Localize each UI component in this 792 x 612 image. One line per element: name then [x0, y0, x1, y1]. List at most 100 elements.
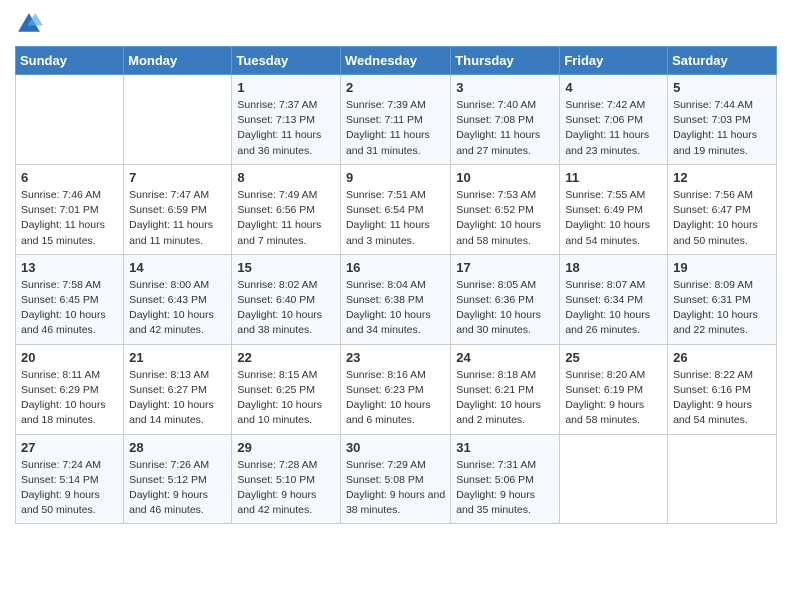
calendar-cell: 31 Sunrise: 7:31 AM Sunset: 5:06 PM Dayli… — [451, 434, 560, 524]
calendar-cell: 19 Sunrise: 8:09 AM Sunset: 6:31 PM Dayli… — [668, 254, 777, 344]
calendar-cell: 26 Sunrise: 8:22 AM Sunset: 6:16 PM Dayli… — [668, 344, 777, 434]
calendar-cell: 5 Sunrise: 7:44 AM Sunset: 7:03 PM Daylig… — [668, 75, 777, 165]
calendar-cell: 11Sunrise: 7:55 AM Sunset: 6:49 PM Dayli… — [560, 164, 668, 254]
day-content: Sunrise: 8:11 AM Sunset: 6:29 PM Dayligh… — [21, 368, 118, 429]
calendar-cell: 15 Sunrise: 8:02 AM Sunset: 6:40 PM Dayli… — [232, 254, 341, 344]
day-number: 19 — [673, 260, 771, 275]
calendar-cell: 7 Sunrise: 7:47 AM Sunset: 6:59 PM Daylig… — [124, 164, 232, 254]
day-number: 6 — [21, 170, 118, 185]
day-content: Sunrise: 8:13 AM Sunset: 6:27 PM Dayligh… — [129, 368, 226, 429]
calendar-week-row: 27Sunrise: 7:24 AM Sunset: 5:14 PM Dayli… — [16, 434, 777, 524]
calendar-cell: 18 Sunrise: 8:07 AM Sunset: 6:34 PM Dayli… — [560, 254, 668, 344]
day-content: Sunrise: 8:18 AM Sunset: 6:21 PM Dayligh… — [456, 368, 554, 429]
calendar-week-row: 1 Sunrise: 7:37 AM Sunset: 7:13 PM Daylig… — [16, 75, 777, 165]
day-content: Sunrise: 8:20 AM Sunset: 6:19 PM Dayligh… — [565, 368, 662, 429]
day-number: 11 — [565, 170, 662, 185]
calendar-cell — [124, 75, 232, 165]
day-number: 3 — [456, 80, 554, 95]
day-number: 18 — [565, 260, 662, 275]
logo — [15, 10, 47, 38]
day-content: Sunrise: 8:02 AM Sunset: 6:40 PM Dayligh… — [237, 278, 335, 339]
day-number: 20 — [21, 350, 118, 365]
day-content: Sunrise: 7:49 AM Sunset: 6:56 PM Dayligh… — [237, 188, 335, 249]
day-number: 7 — [129, 170, 226, 185]
day-header-sunday: Sunday — [16, 47, 124, 75]
day-content: Sunrise: 8:16 AM Sunset: 6:23 PM Dayligh… — [346, 368, 445, 429]
day-number: 28 — [129, 440, 226, 455]
calendar-cell — [16, 75, 124, 165]
calendar-cell: 30 Sunrise: 7:29 AM Sunset: 5:08 PM Dayli… — [340, 434, 450, 524]
day-number: 22 — [237, 350, 335, 365]
day-header-saturday: Saturday — [668, 47, 777, 75]
calendar-cell: 22 Sunrise: 8:15 AM Sunset: 6:25 PM Dayli… — [232, 344, 341, 434]
day-number: 8 — [237, 170, 335, 185]
day-content: Sunrise: 7:51 AM Sunset: 6:54 PM Dayligh… — [346, 188, 445, 249]
calendar-cell: 25 Sunrise: 8:20 AM Sunset: 6:19 PM Dayli… — [560, 344, 668, 434]
day-header-wednesday: Wednesday — [340, 47, 450, 75]
calendar-cell: 23 Sunrise: 8:16 AM Sunset: 6:23 PM Dayli… — [340, 344, 450, 434]
calendar-cell: 28Sunrise: 7:26 AM Sunset: 5:12 PM Dayli… — [124, 434, 232, 524]
calendar-week-row: 13 Sunrise: 7:58 AM Sunset: 6:45 PM Dayli… — [16, 254, 777, 344]
page: SundayMondayTuesdayWednesdayThursdayFrid… — [0, 0, 792, 539]
calendar-cell: 6 Sunrise: 7:46 AM Sunset: 7:01 PM Daylig… — [16, 164, 124, 254]
day-content: Sunrise: 7:58 AM Sunset: 6:45 PM Dayligh… — [21, 278, 118, 339]
calendar-cell: 9 Sunrise: 7:51 AM Sunset: 6:54 PM Daylig… — [340, 164, 450, 254]
day-number: 5 — [673, 80, 771, 95]
day-number: 23 — [346, 350, 445, 365]
calendar-cell: 27Sunrise: 7:24 AM Sunset: 5:14 PM Dayli… — [16, 434, 124, 524]
header — [15, 10, 777, 38]
day-content: Sunrise: 7:46 AM Sunset: 7:01 PM Dayligh… — [21, 188, 118, 249]
day-content: Sunrise: 8:07 AM Sunset: 6:34 PM Dayligh… — [565, 278, 662, 339]
day-number: 1 — [237, 80, 335, 95]
day-content: Sunrise: 8:09 AM Sunset: 6:31 PM Dayligh… — [673, 278, 771, 339]
day-content: Sunrise: 7:47 AM Sunset: 6:59 PM Dayligh… — [129, 188, 226, 249]
calendar-cell: 12Sunrise: 7:56 AM Sunset: 6:47 PM Dayli… — [668, 164, 777, 254]
day-content: Sunrise: 7:28 AM Sunset: 5:10 PM Dayligh… — [237, 458, 335, 519]
day-content: Sunrise: 7:39 AM Sunset: 7:11 PM Dayligh… — [346, 98, 445, 159]
day-number: 26 — [673, 350, 771, 365]
logo-icon — [15, 10, 43, 38]
calendar-cell: 13 Sunrise: 7:58 AM Sunset: 6:45 PM Dayli… — [16, 254, 124, 344]
day-content: Sunrise: 8:22 AM Sunset: 6:16 PM Dayligh… — [673, 368, 771, 429]
day-number: 25 — [565, 350, 662, 365]
calendar-cell: 21 Sunrise: 8:13 AM Sunset: 6:27 PM Dayli… — [124, 344, 232, 434]
day-number: 12 — [673, 170, 771, 185]
day-number: 31 — [456, 440, 554, 455]
day-content: Sunrise: 7:44 AM Sunset: 7:03 PM Dayligh… — [673, 98, 771, 159]
day-content: Sunrise: 8:15 AM Sunset: 6:25 PM Dayligh… — [237, 368, 335, 429]
calendar-cell: 17 Sunrise: 8:05 AM Sunset: 6:36 PM Dayli… — [451, 254, 560, 344]
calendar-table: SundayMondayTuesdayWednesdayThursdayFrid… — [15, 46, 777, 524]
day-number: 29 — [237, 440, 335, 455]
day-number: 15 — [237, 260, 335, 275]
day-header-tuesday: Tuesday — [232, 47, 341, 75]
day-number: 16 — [346, 260, 445, 275]
day-number: 27 — [21, 440, 118, 455]
day-content: Sunrise: 7:29 AM Sunset: 5:08 PM Dayligh… — [346, 458, 445, 519]
calendar-cell: 8 Sunrise: 7:49 AM Sunset: 6:56 PM Daylig… — [232, 164, 341, 254]
day-number: 2 — [346, 80, 445, 95]
calendar-week-row: 6 Sunrise: 7:46 AM Sunset: 7:01 PM Daylig… — [16, 164, 777, 254]
calendar-cell: 14Sunrise: 8:00 AM Sunset: 6:43 PM Dayli… — [124, 254, 232, 344]
day-number: 21 — [129, 350, 226, 365]
calendar-cell: 24 Sunrise: 8:18 AM Sunset: 6:21 PM Dayli… — [451, 344, 560, 434]
calendar-cell: 3 Sunrise: 7:40 AM Sunset: 7:08 PM Daylig… — [451, 75, 560, 165]
calendar-cell: 2 Sunrise: 7:39 AM Sunset: 7:11 PM Daylig… — [340, 75, 450, 165]
day-number: 24 — [456, 350, 554, 365]
day-content: Sunrise: 7:37 AM Sunset: 7:13 PM Dayligh… — [237, 98, 335, 159]
calendar-header-row: SundayMondayTuesdayWednesdayThursdayFrid… — [16, 47, 777, 75]
day-number: 10 — [456, 170, 554, 185]
day-number: 13 — [21, 260, 118, 275]
day-content: Sunrise: 7:31 AM Sunset: 5:06 PM Dayligh… — [456, 458, 554, 519]
day-content: Sunrise: 8:05 AM Sunset: 6:36 PM Dayligh… — [456, 278, 554, 339]
day-header-thursday: Thursday — [451, 47, 560, 75]
calendar-cell: 20 Sunrise: 8:11 AM Sunset: 6:29 PM Dayli… — [16, 344, 124, 434]
day-number: 30 — [346, 440, 445, 455]
calendar-cell — [668, 434, 777, 524]
calendar-cell: 1 Sunrise: 7:37 AM Sunset: 7:13 PM Daylig… — [232, 75, 341, 165]
day-content: Sunrise: 7:40 AM Sunset: 7:08 PM Dayligh… — [456, 98, 554, 159]
day-content: Sunrise: 8:00 AM Sunset: 6:43 PM Dayligh… — [129, 278, 226, 339]
day-header-friday: Friday — [560, 47, 668, 75]
day-number: 17 — [456, 260, 554, 275]
day-number: 9 — [346, 170, 445, 185]
calendar-cell: 4Sunrise: 7:42 AM Sunset: 7:06 PM Daylig… — [560, 75, 668, 165]
